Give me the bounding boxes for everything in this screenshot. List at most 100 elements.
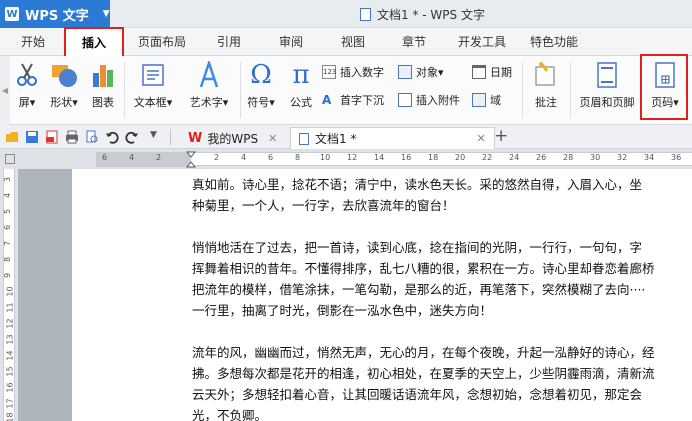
text-line[interactable]: 云天外；多想轻扣着心音，让其回暖话语流年风，念想初始，念想着初见，那定会 — [192, 384, 642, 405]
object-icon — [398, 65, 412, 79]
symbol-button[interactable]: Ω 符号▾ — [244, 60, 278, 110]
ruler-number: 2 — [214, 153, 220, 162]
chart-button[interactable]: 图表 — [86, 60, 120, 110]
separator — [240, 62, 241, 118]
drop-cap-button[interactable]: A 首字下沉 — [322, 90, 384, 110]
text-line[interactable]: 流年的风，幽幽而过，悄然无声，无心的月，在每个夜晚，升起一泓静好的诗心，经 — [192, 342, 655, 363]
export-pdf-icon[interactable] — [45, 130, 59, 144]
ruler-number: 6 — [102, 153, 108, 162]
ruler-number: 10 — [5, 286, 15, 297]
tab-document[interactable]: 文档1 * ✕ — [290, 127, 495, 149]
ruler-number: 20 — [455, 153, 466, 162]
print-preview-icon[interactable] — [85, 130, 99, 144]
object-label: 对象▾ — [416, 66, 444, 79]
print-icon[interactable] — [65, 130, 79, 144]
formula-button[interactable]: π 公式 — [284, 60, 318, 110]
separator — [570, 62, 571, 118]
ruler-number: 2 — [156, 153, 162, 162]
ruler-number: 12 — [5, 318, 15, 329]
indent-marker-icon[interactable] — [186, 151, 196, 168]
ruler-number: 6 — [268, 153, 274, 162]
tab-page-layout[interactable]: 页面布局 — [132, 28, 192, 56]
ruler-number: 15 — [5, 366, 15, 377]
text-line[interactable]: 拂。多想每次都是花开的相逢，初心相处，在夏季的天空上，少些阴霾雨滴，清新流 — [192, 363, 655, 384]
redo-icon[interactable] — [125, 130, 139, 144]
text-line[interactable]: 种菊里，一个人，一行字，去欣喜流年的窗台！ — [192, 195, 455, 216]
symbol-label: 符号▾ — [247, 96, 275, 109]
date-button[interactable]: 日期 — [472, 62, 512, 82]
insert-number-label: 插入数字 — [340, 66, 384, 79]
text-line[interactable]: 真如前。诗心里，捻花不语；清宁中，读水色天长。采的悠然自得，入眉入心，坐 — [192, 174, 642, 195]
comment-button[interactable]: 批注 — [526, 60, 566, 110]
tab-document-label: 文档1 * — [315, 132, 357, 146]
pi-icon: π — [292, 60, 310, 90]
tab-home[interactable]: 开始 — [10, 28, 56, 56]
ribbon: ◀ 屏▾ 形状▾ 图表 文本框▾ 艺术字▾ Ω 符号▾ π 公式 123 插入数… — [0, 54, 692, 125]
tab-section[interactable]: 章节 — [391, 28, 437, 56]
document-page[interactable]: 真如前。诗心里，捻花不语；清宁中，读水色天长。采的悠然自得，入眉入心，坐 种菊里… — [72, 169, 692, 421]
tab-references[interactable]: 引用 — [206, 28, 252, 56]
separator — [124, 62, 125, 118]
calendar-icon — [472, 65, 486, 79]
ruler-number: 26 — [536, 153, 547, 162]
wordart-button[interactable]: 艺术字▾ — [182, 60, 236, 110]
number-icon: 123 — [322, 65, 336, 79]
text-line[interactable]: 一行里，抽离了时光，倒影在一泓水色中，迷失方向！ — [192, 300, 492, 321]
tab-developer[interactable]: 开发工具 — [450, 28, 514, 56]
tab-insert[interactable]: 插入 — [64, 27, 124, 57]
tab-view[interactable]: 视图 — [330, 28, 376, 56]
text-line[interactable]: 悄悄地活在了过去，把一首诗，读到心底，捻在指间的光阴，一行行，一句句，字 — [192, 237, 642, 258]
object-button[interactable]: 对象▾ — [398, 62, 444, 82]
horizontal-ruler[interactable]: 6 4 2 2 4 6 8 10 12 14 16 18 20 22 24 26… — [0, 149, 692, 169]
screenshot-button[interactable]: 屏▾ — [10, 60, 44, 110]
ruler-number: 14 — [5, 350, 15, 361]
ruler-number: 7 — [3, 240, 13, 247]
ruler-number: 34 — [644, 153, 655, 162]
wps-logo-icon: W — [5, 7, 19, 21]
comment-label: 批注 — [535, 96, 557, 109]
text-line[interactable]: 挥舞着相识的昔年。不懂得排序，乱七八糟的很，累积在一方。诗心里却眷恋着廊桥 — [192, 258, 655, 279]
insert-number-button[interactable]: 123 插入数字 — [322, 62, 384, 82]
tab-stop-icon[interactable] — [5, 154, 15, 164]
text-line[interactable]: 把流年的模样，借笔涂抹，一笔勾勒，是那么的近，再笔落下，突然模糊了去向···· — [192, 279, 645, 300]
shapes-label: 形状▾ — [50, 96, 78, 109]
ruler-number: 30 — [590, 153, 601, 162]
tab-my-wps[interactable]: W 我的WPS ✕ — [180, 127, 285, 149]
window-title-text: 文档1 * - WPS 文字 — [377, 8, 485, 22]
separator — [522, 62, 523, 118]
tab-special[interactable]: 特色功能 — [522, 28, 586, 56]
ruler-number: 28 — [563, 153, 574, 162]
ruler-number: 3 — [3, 176, 13, 183]
text-line[interactable]: 光，不负卿。 — [192, 405, 267, 421]
textbox-button[interactable]: 文本框▾ — [126, 60, 180, 110]
field-icon — [472, 93, 486, 107]
customize-dropdown-icon[interactable]: ▼ — [150, 130, 164, 144]
field-label: 域 — [490, 94, 501, 107]
textbox-icon — [140, 60, 166, 90]
vertical-ruler[interactable]: 3 4 5 6 7 8 9 10 11 12 13 14 15 16 17 18 — [0, 169, 18, 421]
tab-review[interactable]: 审阅 — [268, 28, 314, 56]
ruler-number: 14 — [374, 153, 385, 162]
field-button[interactable]: 域 — [472, 90, 501, 110]
new-tab-plus-icon[interactable]: + — [494, 126, 508, 146]
document-icon — [299, 132, 309, 145]
attachment-button[interactable]: 插入附件 — [398, 90, 460, 110]
undo-icon[interactable] — [105, 130, 119, 144]
drop-cap-icon: A — [322, 93, 332, 107]
textbox-label: 文本框▾ — [133, 96, 173, 109]
chevron-left-icon[interactable]: ◀ — [0, 56, 10, 125]
close-icon[interactable]: ✕ — [476, 132, 485, 145]
ruler-number: 9 — [3, 272, 13, 279]
close-icon[interactable]: ✕ — [268, 132, 277, 145]
ruler-number: 36 — [671, 153, 682, 162]
highlight-box-page-number — [640, 54, 688, 120]
header-footer-button[interactable]: 页眉和页脚 — [574, 60, 640, 110]
app-menu-button[interactable]: W WPS 文字 ▼ — [0, 0, 110, 28]
header-footer-label: 页眉和页脚 — [579, 96, 635, 109]
open-folder-icon[interactable] — [5, 130, 19, 144]
ruler-number: 10 — [320, 153, 331, 162]
shapes-button[interactable]: 形状▾ — [46, 60, 82, 110]
save-icon[interactable] — [25, 130, 39, 144]
ruler-scale: 6 4 2 2 4 6 8 10 12 14 16 18 20 22 24 26… — [96, 151, 692, 168]
ruler-number: 4 — [241, 153, 247, 162]
